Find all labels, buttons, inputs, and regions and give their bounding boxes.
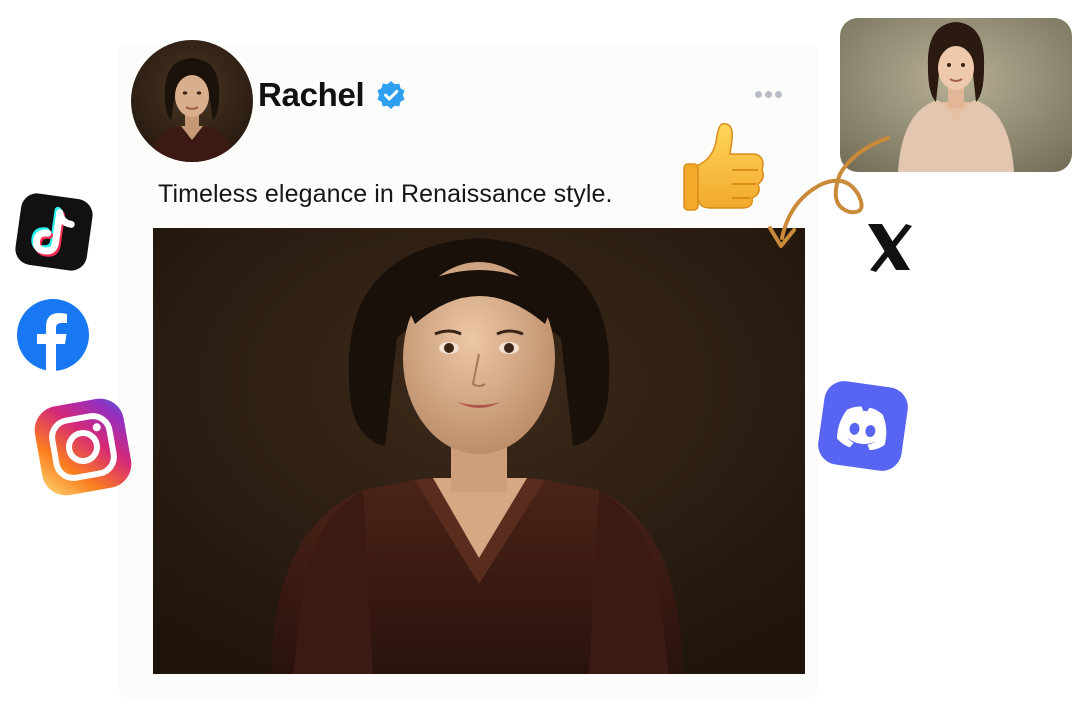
instagram-icon[interactable]	[28, 392, 138, 502]
x-icon[interactable]	[858, 218, 918, 276]
dot	[754, 90, 762, 98]
more-options-icon[interactable]	[748, 82, 788, 106]
username[interactable]: Rachel	[258, 76, 365, 114]
facebook-icon[interactable]	[16, 298, 90, 372]
post-image[interactable]	[153, 228, 805, 674]
verified-badge-icon	[376, 80, 406, 110]
tiktok-icon[interactable]	[12, 190, 96, 274]
post-caption: Timeless elegance in Renaissance style.	[158, 180, 613, 208]
thumbs-up-icon[interactable]	[682, 120, 768, 212]
dot	[764, 90, 772, 98]
discord-icon[interactable]	[815, 378, 911, 474]
dot	[774, 90, 782, 98]
profile-avatar[interactable]	[131, 40, 253, 162]
